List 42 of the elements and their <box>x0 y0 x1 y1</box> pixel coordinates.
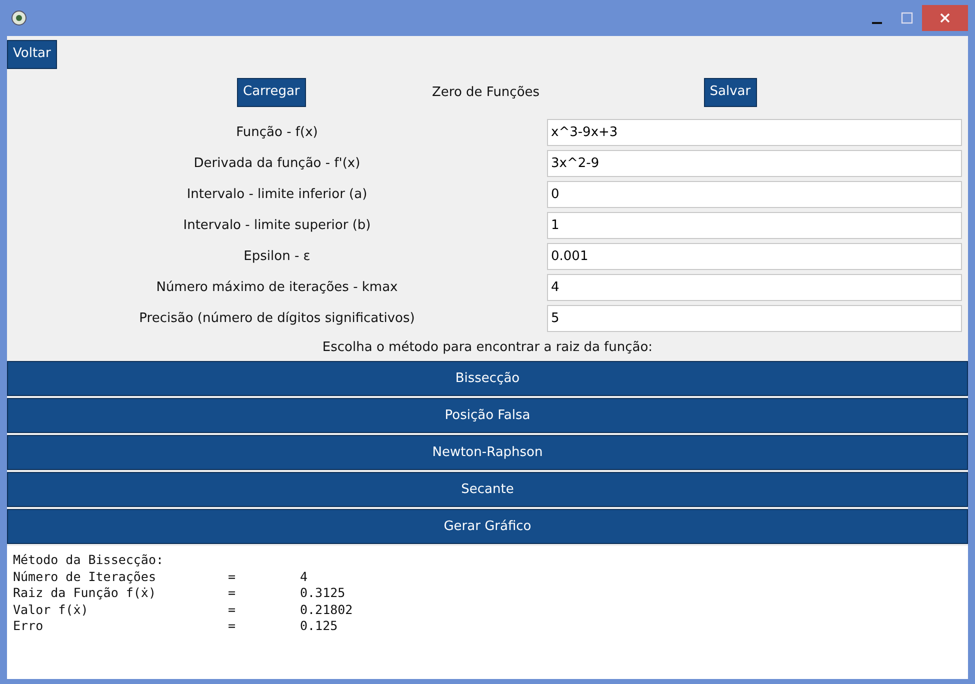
minimize-icon <box>872 22 882 24</box>
method-button[interactable]: Posição Falsa <box>7 398 968 434</box>
input-field[interactable]: 0.001 <box>547 242 962 270</box>
equals-sign: = <box>228 618 237 635</box>
output-label: Raiz da Função f(ẋ) <box>13 585 157 602</box>
input-field[interactable]: 4 <box>547 274 962 301</box>
output-value: 0.125 <box>300 618 338 634</box>
method-prompt: Escolha o método para encontrar a raiz da função: <box>322 340 653 355</box>
output-label: Valor f(ẋ) <box>13 602 90 618</box>
output-label: Erro <box>13 618 44 635</box>
close-button[interactable] <box>922 5 968 31</box>
method-button[interactable]: Secante <box>7 472 968 508</box>
back-button[interactable]: Voltar <box>7 40 57 69</box>
field-label: Derivada da função - f'(x) <box>192 154 362 173</box>
method-button[interactable]: Gerar Gráfico <box>7 509 968 544</box>
field-label: Intervalo - limite inferior (a) <box>186 186 368 204</box>
input-field[interactable]: 3x^2-9 <box>547 150 962 177</box>
form-title: Zero de Funções <box>431 84 541 102</box>
maximize-icon <box>901 12 913 24</box>
input-field[interactable]: 1 <box>547 212 962 239</box>
field-label: Número máximo de iterações - kmax <box>155 278 399 297</box>
method-button[interactable]: Newton-Raphson <box>7 435 968 470</box>
equals-sign: = <box>228 585 237 602</box>
field-label: Função - f(x) <box>235 124 319 142</box>
field-label: Intervalo - limite superior (b) <box>182 216 372 235</box>
field-label: Epsilon - ε <box>242 248 312 266</box>
method-button[interactable]: Bissecção <box>7 361 968 396</box>
input-field[interactable]: x^3-9x+3 <box>547 118 962 146</box>
load-button[interactable]: Carregar <box>237 78 306 108</box>
save-button[interactable]: Salvar <box>704 78 757 108</box>
output-value: 4 <box>300 568 308 584</box>
field-label: Precisão (número de dígitos significativos) <box>138 310 416 328</box>
app-icon <box>11 10 27 26</box>
input-field[interactable]: 5 <box>547 304 962 332</box>
input-field[interactable]: 0 <box>547 180 962 208</box>
output-heading: Método da Bissecção: <box>13 552 165 569</box>
equals-sign: = <box>228 568 237 586</box>
close-icon <box>939 12 951 24</box>
output-label: Número de Iterações <box>13 568 157 586</box>
output-value: 0.3125 <box>300 585 346 600</box>
equals-sign: = <box>228 602 237 618</box>
output-value: 0.21802 <box>300 602 353 617</box>
